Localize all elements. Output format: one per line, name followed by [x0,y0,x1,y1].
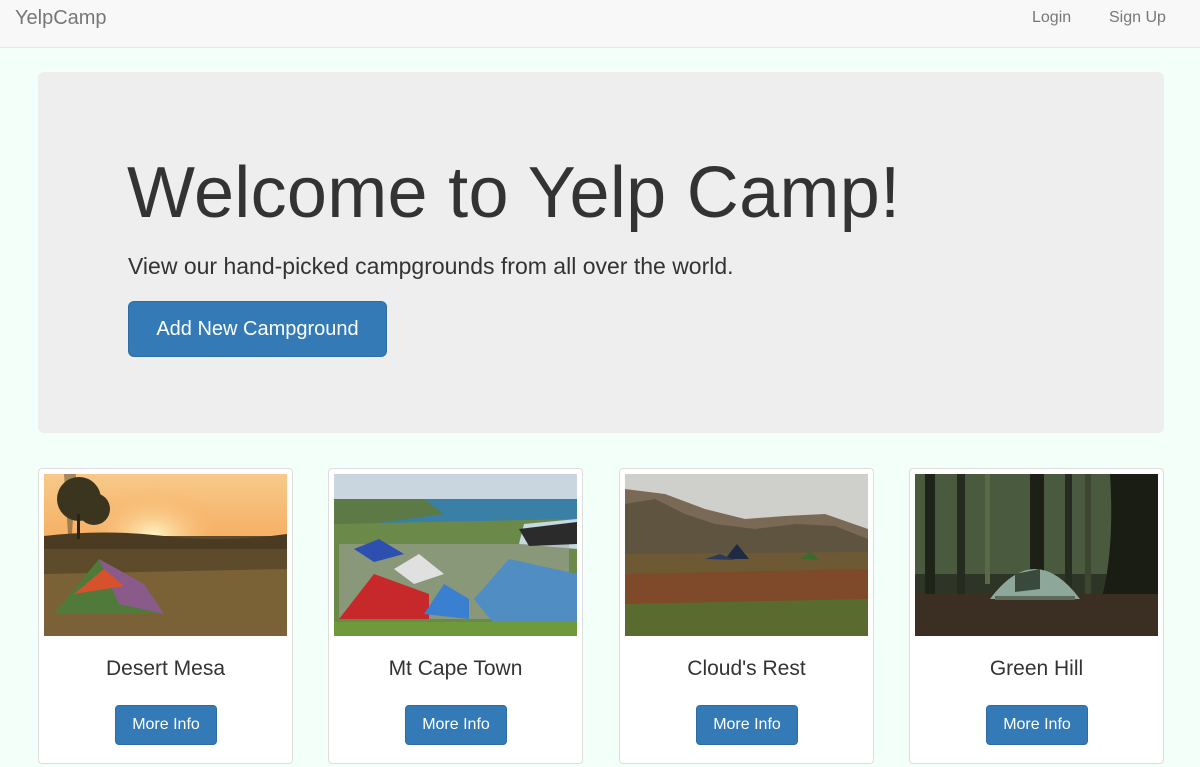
brand-link[interactable]: YelpCamp [15,6,107,30]
campground-image [334,474,577,636]
campground-card: Mt Cape Town More Info [328,468,583,764]
more-info-button[interactable]: More Info [696,705,798,745]
more-info-button[interactable]: More Info [986,705,1088,745]
page-title: Welcome to Yelp Camp! [127,153,901,233]
campground-image [625,474,868,636]
campground-image [44,474,287,636]
campground-name: Desert Mesa [105,657,226,680]
campground-card: Green Hill More Info [909,468,1164,764]
signup-link[interactable]: Sign Up [1109,8,1166,28]
campground-name: Green Hill [989,657,1084,680]
campground-name: Mt Cape Town [388,657,523,680]
more-info-button[interactable]: More Info [405,705,507,745]
navbar: YelpCamp Login Sign Up [0,0,1200,48]
page-subtitle: View our hand-picked campgrounds from al… [128,253,734,279]
campground-card: Cloud's Rest More Info [619,468,874,764]
campground-name: Cloud's Rest [687,657,806,680]
campground-image [915,474,1158,636]
campground-card: Desert Mesa More Info [38,468,293,764]
add-campground-button[interactable]: Add New Campground [128,301,387,357]
login-link[interactable]: Login [1032,8,1071,28]
more-info-button[interactable]: More Info [115,705,217,745]
jumbotron: Welcome to Yelp Camp! View our hand-pick… [38,72,1164,433]
